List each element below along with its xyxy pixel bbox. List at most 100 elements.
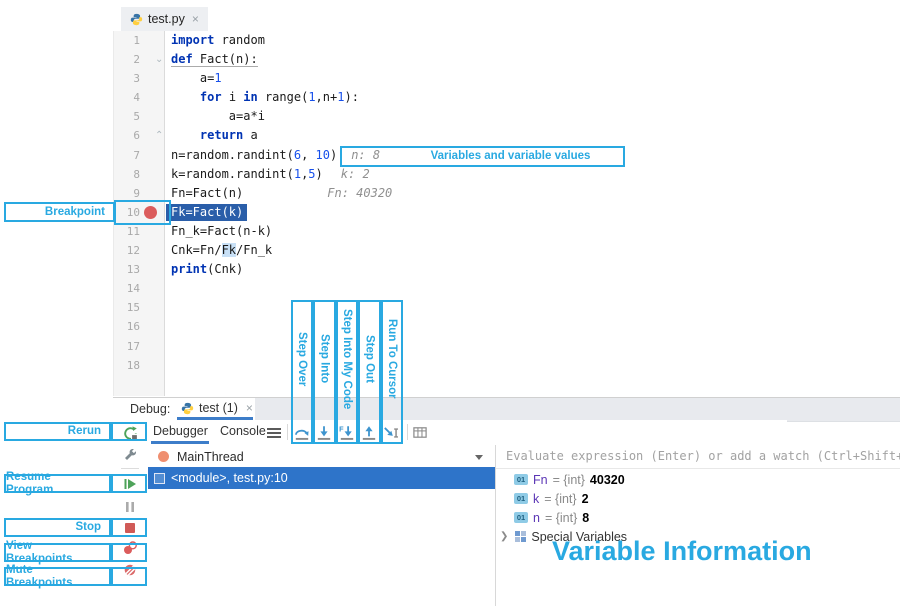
variable-value: 2 bbox=[582, 492, 589, 506]
annotation-step-over-box: Step Over bbox=[291, 300, 313, 444]
gutter-line[interactable]: 12 bbox=[114, 241, 164, 260]
variable-row[interactable]: 01Fn= {int}40320 bbox=[496, 470, 625, 489]
gutter-line[interactable]: 13 bbox=[114, 260, 164, 279]
gutter-line[interactable]: 1 bbox=[114, 31, 164, 50]
line-number: 17 bbox=[127, 340, 140, 353]
gutter-line[interactable]: 18 bbox=[114, 356, 164, 375]
tab-debugger[interactable]: Debugger bbox=[153, 424, 208, 438]
annotation-variables-box: Variables and variable values bbox=[340, 146, 625, 167]
editor-tab-title: test.py bbox=[148, 12, 185, 26]
chevron-right-icon[interactable]: ❯ bbox=[500, 531, 508, 542]
gutter-line[interactable]: 2⌄ bbox=[114, 50, 164, 69]
line-number: 1 bbox=[133, 34, 140, 47]
code-segment: a=a*i bbox=[171, 109, 265, 123]
code-line[interactable] bbox=[171, 337, 900, 356]
code-segment: range( bbox=[258, 90, 309, 104]
debug-panel-header: Debug: test (1) × bbox=[113, 397, 900, 422]
code-line[interactable]: a=1 bbox=[171, 69, 900, 88]
code-line[interactable]: Fn=Fact(n)Fn: 40320 bbox=[171, 184, 900, 203]
code-line[interactable]: for i in range(1,n+1): bbox=[171, 88, 900, 107]
code-segment: 10 bbox=[316, 148, 330, 162]
code-line[interactable]: def Fact(n): bbox=[171, 50, 900, 69]
code-line[interactable]: Fn_k=Fact(n-k) bbox=[171, 222, 900, 241]
code-segment: a bbox=[243, 128, 257, 142]
annotation-step-out-box: Step Out bbox=[358, 300, 380, 444]
tab-console[interactable]: Console bbox=[220, 424, 266, 438]
annotation-rerun-box bbox=[111, 422, 147, 441]
variable-name: Fn bbox=[533, 473, 548, 487]
fold-up-icon[interactable]: ⌃ bbox=[155, 126, 163, 145]
variable-row[interactable]: 01n= {int}8 bbox=[496, 508, 589, 527]
debug-run-tab-close-icon[interactable]: × bbox=[246, 401, 253, 415]
annotation-step-label: Step Into My Code bbox=[341, 309, 353, 409]
layout-menu-icon[interactable] bbox=[267, 428, 281, 438]
inline-debug-value: k: 2 bbox=[341, 167, 370, 181]
stack-frame-row[interactable]: <module>, test.py:10 bbox=[148, 467, 495, 489]
code-segment: (Cnk) bbox=[207, 262, 243, 276]
tab-close-icon[interactable]: × bbox=[192, 12, 199, 26]
gutter-line[interactable]: 14 bbox=[114, 279, 164, 298]
code-segment: in bbox=[243, 90, 257, 104]
annotation-variable-information: Variable Information bbox=[552, 536, 812, 567]
variable-name: k bbox=[533, 492, 539, 506]
variable-value: 40320 bbox=[590, 473, 625, 487]
toolbar-divider bbox=[121, 468, 139, 469]
line-number: 13 bbox=[127, 263, 140, 276]
gutter-line[interactable]: 6⌃ bbox=[114, 126, 164, 145]
variable-type: = {int} bbox=[544, 492, 576, 506]
gutter-line[interactable]: 5 bbox=[114, 107, 164, 126]
editor-tab-bar: test.py × bbox=[113, 5, 900, 32]
int-variable-icon: 01 bbox=[514, 512, 528, 523]
fold-down-icon[interactable]: ⌄ bbox=[155, 50, 163, 69]
code-segment: 5 bbox=[308, 167, 315, 181]
line-number: 11 bbox=[127, 225, 140, 238]
code-segment: 6 bbox=[294, 148, 301, 162]
code-line[interactable] bbox=[171, 279, 900, 298]
annotation-rerun-label: Rerun bbox=[4, 422, 111, 441]
line-number: 3 bbox=[133, 72, 140, 85]
code-segment: 1 bbox=[308, 90, 315, 104]
code-line[interactable]: Fk=Fact(k) bbox=[171, 203, 900, 222]
line-number: 15 bbox=[127, 301, 140, 314]
pause-icon[interactable] bbox=[122, 499, 139, 516]
code-line[interactable] bbox=[171, 317, 900, 336]
variable-type: = {int} bbox=[545, 511, 577, 525]
gutter-line[interactable]: 3 bbox=[114, 69, 164, 88]
code-line[interactable] bbox=[171, 356, 900, 375]
code-editor[interactable]: 12⌄3456⌃789101112131415161718 import ran… bbox=[113, 31, 900, 396]
annotation-resume-program-label: Resume Program bbox=[4, 474, 111, 493]
variable-type: = {int} bbox=[553, 473, 585, 487]
code-line[interactable]: return a bbox=[171, 126, 900, 145]
code-segment: 1 bbox=[214, 71, 221, 85]
annotation-step-label: Run To Cursor bbox=[386, 319, 398, 399]
code-line[interactable] bbox=[171, 298, 900, 317]
editor-tab-test-py[interactable]: test.py × bbox=[121, 7, 208, 31]
code-segment: /Fn_k bbox=[236, 243, 272, 257]
settings-wrench-icon[interactable] bbox=[122, 447, 139, 464]
code-line[interactable]: a=a*i bbox=[171, 107, 900, 126]
code-segment: Cnk=Fn/ bbox=[171, 243, 222, 257]
gutter-line[interactable]: 8 bbox=[114, 165, 164, 184]
gutter-line[interactable]: 7 bbox=[114, 146, 164, 165]
restore-layout-grid-icon[interactable] bbox=[412, 425, 428, 443]
annotation-stop-label: Stop bbox=[4, 518, 111, 537]
code-line[interactable]: print(Cnk) bbox=[171, 260, 900, 279]
gutter-line[interactable]: 4 bbox=[114, 88, 164, 107]
debug-run-tab[interactable]: test (1) × bbox=[181, 401, 253, 415]
thread-selector[interactable]: MainThread bbox=[148, 446, 495, 467]
code-line[interactable]: Cnk=Fn/Fk/Fn_k bbox=[171, 241, 900, 260]
code-line[interactable]: import random bbox=[171, 31, 900, 50]
gutter-line[interactable]: 17 bbox=[114, 337, 164, 356]
code-segment: import bbox=[171, 33, 214, 47]
gutter-line[interactable]: 16 bbox=[114, 317, 164, 336]
gutter-line[interactable]: 15 bbox=[114, 298, 164, 317]
line-number: 16 bbox=[127, 320, 140, 333]
chevron-down-icon[interactable] bbox=[475, 455, 483, 460]
code-segment: a= bbox=[171, 71, 214, 85]
code-line[interactable]: k=random.randint(1,5)k: 2 bbox=[171, 165, 900, 184]
debug-label: Debug: bbox=[130, 402, 170, 416]
code-segment: def bbox=[171, 52, 193, 67]
line-number: 6 bbox=[133, 129, 140, 142]
evaluate-expression-input[interactable]: Evaluate expression (Enter) or add a wat… bbox=[496, 445, 900, 469]
variable-row[interactable]: 01k= {int}2 bbox=[496, 489, 589, 508]
